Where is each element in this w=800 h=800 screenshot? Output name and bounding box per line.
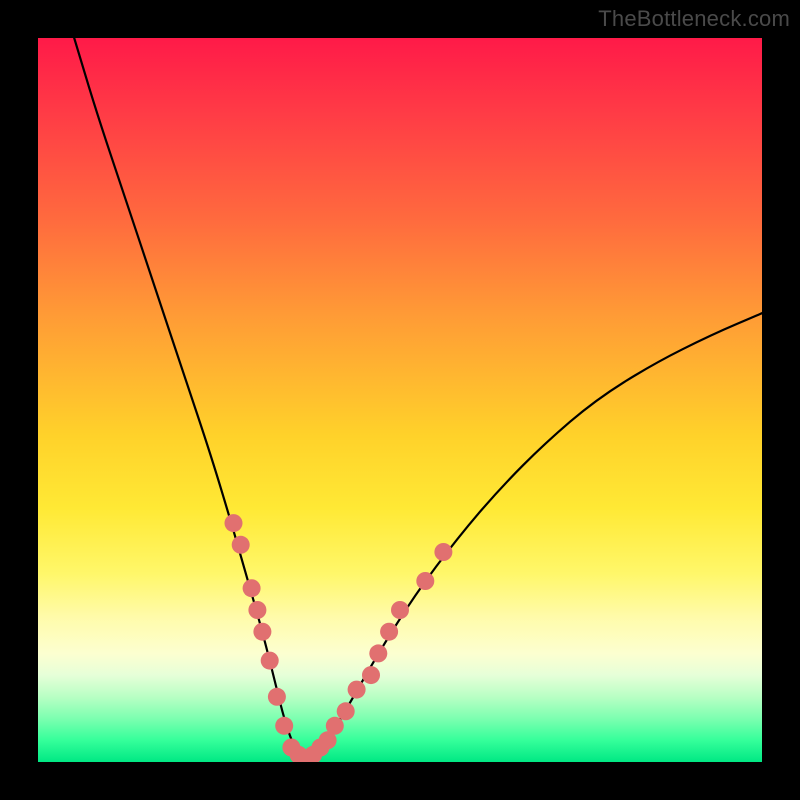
highlight-dot <box>380 623 398 641</box>
highlight-dot <box>243 579 261 597</box>
bottleneck-curve <box>74 38 762 760</box>
curve-layer <box>38 38 762 762</box>
highlight-dot <box>337 702 355 720</box>
highlight-dot <box>232 536 250 554</box>
highlight-dot <box>391 601 409 619</box>
highlight-dots <box>225 514 453 762</box>
highlight-dot <box>369 644 387 662</box>
chart-frame: TheBottleneck.com <box>0 0 800 800</box>
highlight-dot <box>362 666 380 684</box>
highlight-dot <box>268 688 286 706</box>
highlight-dot <box>253 623 271 641</box>
highlight-dot <box>261 652 279 670</box>
highlight-dot <box>248 601 266 619</box>
highlight-dot <box>225 514 243 532</box>
highlight-dot <box>275 717 293 735</box>
highlight-dot <box>348 681 366 699</box>
highlight-dot <box>434 543 452 561</box>
highlight-dot <box>416 572 434 590</box>
highlight-dot <box>326 717 344 735</box>
plot-area <box>38 38 762 762</box>
watermark-label: TheBottleneck.com <box>598 6 790 32</box>
